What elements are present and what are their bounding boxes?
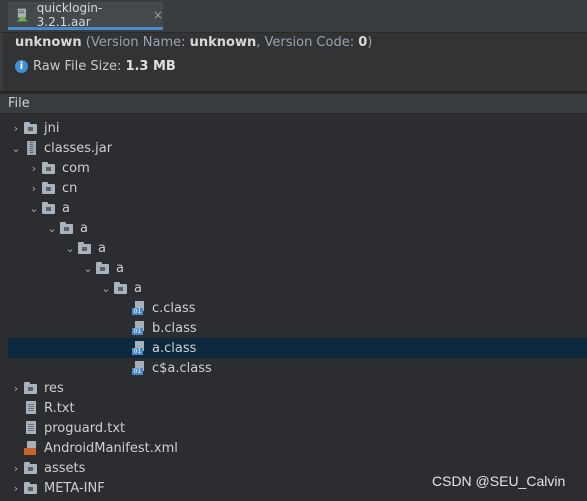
folder-icon [24,121,40,135]
chevron-down-icon[interactable]: ⌄ [8,138,24,158]
class-file-icon: 01 [132,321,148,335]
panel-divider[interactable] [0,91,587,93]
tree-row[interactable]: › com [8,158,587,178]
folder-icon [42,161,58,175]
tree-row-label: a.class [152,340,197,356]
tree-row-label: c$a.class [152,360,212,376]
raw-file-size: i Raw File Size: 1.3 MB [15,59,176,74]
text-file-icon [24,421,40,435]
tree-row-label: cn [62,180,78,196]
jar-icon [24,141,40,155]
tree-row-label: com [62,160,90,176]
version-line: unknown (Version Name: unknown, Version … [15,35,373,50]
class-file-icon: 01 [132,301,148,315]
tree-row[interactable]: AndroidManifest.xml [8,438,587,458]
tree-row-label: jni [44,120,60,136]
tree-row[interactable]: 01 a.class [8,338,587,358]
tree-row-label: assets [44,460,86,476]
version-name: unknown [189,35,257,50]
raw-file-size-value: 1.3 MB [125,59,176,74]
chevron-down-icon[interactable]: ⌄ [98,278,114,298]
tree-row-label: classes.jar [44,140,113,156]
chevron-right-icon[interactable]: › [26,158,42,178]
tree-row[interactable]: ⌄ a [8,278,587,298]
version-code: 0 [358,35,368,50]
tree-row[interactable]: 01 c$a.class [8,358,587,378]
tree-row-label: b.class [152,320,197,336]
chevron-right-icon[interactable]: › [26,178,42,198]
tree-row[interactable]: ⌄ classes.jar [8,138,587,158]
tree-row-label: a [62,200,70,216]
tree-row[interactable]: › cn [8,178,587,198]
folder-icon [42,201,58,215]
class-file-icon: 01 [132,341,148,355]
aar-file-icon [16,8,28,21]
editor-tab-bar: quicklogin-3.2.1.aar × [0,0,587,33]
tree-row[interactable]: ⌄ a [8,258,587,278]
folder-icon [96,261,112,275]
tree-row-label: c.class [152,300,196,316]
tree-row-label: proguard.txt [44,420,126,436]
tree-row-label: a [80,220,88,236]
tree-row-label: AndroidManifest.xml [44,440,178,456]
tree-row[interactable]: ⌄ a [8,218,587,238]
tree-row-label: a [98,240,106,256]
tree-row[interactable]: ⌄ a [8,198,587,218]
close-icon[interactable]: × [153,8,163,22]
class-file-icon: 01 [132,361,148,375]
tree-row-label: META-INF [44,480,105,496]
info-icon: i [15,60,28,73]
tab-label: quicklogin-3.2.1.aar [36,0,103,29]
xml-file-icon [24,441,40,455]
tree-row[interactable]: 01 b.class [8,318,587,338]
tree-row[interactable]: R.txt [8,398,587,418]
tree-row[interactable]: proguard.txt [8,418,587,438]
tree-row[interactable]: › jni [8,118,587,138]
tree-row-label: R.txt [44,400,75,416]
tree-row[interactable]: 01 c.class [8,298,587,318]
folder-icon [24,461,40,475]
chevron-down-icon[interactable]: ⌄ [44,218,60,238]
tree-row-label: a [116,260,124,276]
panel-edge [0,33,3,91]
chevron-down-icon[interactable]: ⌄ [80,258,96,278]
folder-icon [78,241,94,255]
text-file-icon [24,401,40,415]
editor-tab[interactable]: quicklogin-3.2.1.aar × [8,0,163,30]
folder-icon [60,221,76,235]
app-name: unknown [15,35,82,50]
folder-icon [42,181,58,195]
chevron-down-icon[interactable]: ⌄ [26,198,42,218]
tree-row-label: res [44,380,64,396]
tree-row-label: a [134,280,142,296]
chevron-right-icon[interactable]: › [8,458,24,478]
folder-icon [114,281,130,295]
folder-icon [24,481,40,495]
file-column-header[interactable]: File [0,94,587,114]
chevron-right-icon[interactable]: › [8,478,24,498]
tree-row[interactable]: ⌄ a [8,238,587,258]
chevron-right-icon[interactable]: › [8,378,24,398]
apk-summary-panel: unknown (Version Name: unknown, Version … [0,33,587,91]
watermark: CSDN @SEU_Calvin [432,473,566,489]
chevron-down-icon[interactable]: ⌄ [62,238,78,258]
folder-icon [24,381,40,395]
tree-row[interactable]: › res [8,378,587,398]
chevron-right-icon[interactable]: › [8,118,24,138]
